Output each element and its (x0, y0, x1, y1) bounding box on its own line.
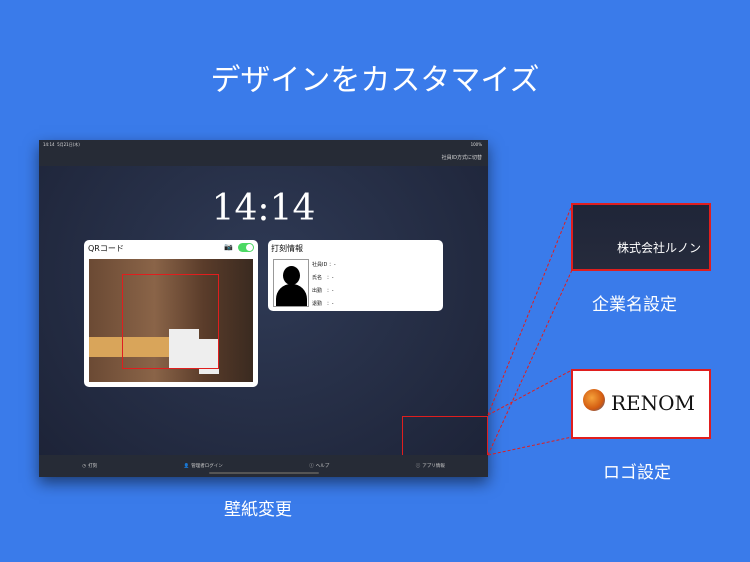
company-name-label: 企業名設定 (592, 295, 677, 315)
company-name-preview: 株式会社ルノン (571, 203, 711, 271)
logo-preview: RENOM (571, 369, 711, 439)
wallpaper-label: 壁紙変更 (224, 500, 292, 520)
logo-label: ロゴ設定 (603, 463, 671, 483)
logo-text: RENOM (611, 391, 696, 415)
logo-icon (583, 389, 605, 411)
company-name-sample: 株式会社ルノン (616, 241, 701, 255)
